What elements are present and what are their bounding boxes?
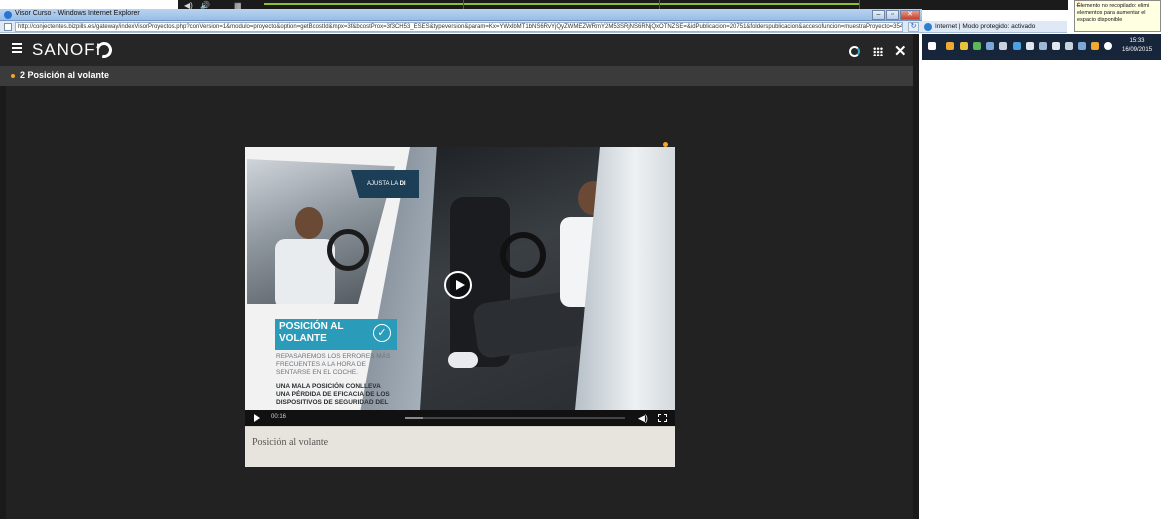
tray-app-icon[interactable] — [1091, 42, 1099, 50]
hamburger-menu-icon[interactable] — [12, 43, 22, 53]
tray-speaker-icon[interactable] — [1039, 42, 1047, 50]
tray-app-icon[interactable] — [1065, 42, 1073, 50]
seek-bar[interactable] — [405, 417, 625, 419]
tray-shield-icon[interactable] — [960, 42, 968, 50]
system-clock[interactable]: 15:33 16/09/2015 — [1122, 37, 1152, 55]
close-icon[interactable]: ✕ — [894, 42, 907, 60]
browser-title-bar: Visor Curso - Windows Internet Explorer … — [0, 9, 922, 21]
page-icon — [4, 23, 12, 31]
adjust-tag-bold: DI — [399, 181, 406, 187]
video-controls: 00:16 ◀) — [245, 410, 675, 426]
notice-text: Elemento no recopilado: elimi elementos … — [1077, 3, 1150, 23]
driver-shoe — [448, 352, 478, 368]
tray-network-icon[interactable] — [973, 42, 981, 50]
progress-line — [264, 3, 859, 5]
tray-app-icon[interactable] — [1013, 42, 1021, 50]
inset-driver-head — [295, 207, 323, 239]
tray-app-icon[interactable] — [999, 42, 1007, 50]
zone-status: Internet | Modo protegido: activado — [935, 23, 1036, 30]
play-pause-button[interactable] — [254, 414, 260, 422]
inset-steering-wheel — [327, 229, 369, 271]
tray-app-icon[interactable] — [1078, 42, 1086, 50]
video-time: 00:16 — [271, 414, 287, 420]
address-bar: http://conjectentes.bizpills.es/gateway/… — [0, 21, 922, 33]
lesson-bar: 2 Posición al volante — [0, 66, 919, 86]
sanofi-logo-text: SANOFI — [32, 40, 102, 59]
clock-time: 15:33 — [1129, 38, 1145, 44]
topic-warning: UNA MALA POSICIÓN CONLLEVA UNA PÉRDIDA D… — [276, 383, 390, 406]
system-tray: 15:33 16/09/2015 — [922, 34, 1161, 60]
apps-grid-icon[interactable] — [873, 47, 883, 56]
clock-date: 16/09/2015 — [1122, 47, 1153, 53]
maximize-button[interactable]: ▫ — [886, 10, 899, 20]
indicator-dot — [663, 142, 668, 147]
status-dot — [11, 74, 15, 78]
tray-app-icon[interactable] — [1026, 42, 1034, 50]
globe-icon — [924, 23, 932, 31]
adjust-tag: AJUSTA LA DI — [351, 170, 419, 198]
tray-folder-icon[interactable] — [946, 42, 954, 50]
tray-icon[interactable] — [928, 42, 936, 50]
tray-app-icon[interactable] — [986, 42, 994, 50]
caption-text: Posición al volante — [252, 437, 329, 448]
zone-status-bar: Internet | Modo protegido: activado — [922, 21, 1067, 33]
inset-driver-body — [275, 239, 335, 304]
adjust-tag-text: AJUSTA LA — [367, 181, 400, 187]
progress-ring-icon[interactable] — [849, 46, 860, 57]
volume-icon[interactable]: ◀) — [638, 413, 648, 424]
topic-banner: POSICIÓN AL VOLANTE ✓ — [275, 319, 397, 350]
tray-app-icon[interactable] — [1104, 42, 1112, 50]
storage-notice[interactable]: ⚠ Elemento no recopilado: elimi elemento… — [1074, 0, 1161, 32]
stage-edge — [913, 34, 919, 519]
play-icon[interactable] — [444, 271, 472, 299]
minimize-button[interactable]: – — [872, 10, 885, 20]
url-field[interactable]: http://conjectentes.bizpills.es/gateway/… — [15, 22, 903, 32]
topic-description: REPASAREMOS LOS ERRORES MÁS FRECUENTES A… — [276, 353, 391, 376]
checkmark-icon: ✓ — [373, 324, 391, 342]
browser-title: Visor Curso - Windows Internet Explorer — [15, 10, 140, 17]
steering-wheel — [500, 232, 546, 278]
video-caption: Posición al volante — [245, 426, 675, 467]
refresh-icon[interactable]: ↻ — [908, 22, 919, 32]
window-close-button[interactable]: ✕ — [900, 10, 920, 20]
fullscreen-icon[interactable] — [658, 414, 667, 422]
tray-flag-icon[interactable] — [1052, 42, 1060, 50]
seek-progress — [405, 417, 423, 419]
lesson-title: 2 Posición al volante — [20, 70, 110, 80]
topic-heading: POSICIÓN AL VOLANTE — [279, 321, 344, 344]
ie-icon — [4, 11, 12, 19]
app-header: SANOFI ✕ — [0, 34, 919, 66]
